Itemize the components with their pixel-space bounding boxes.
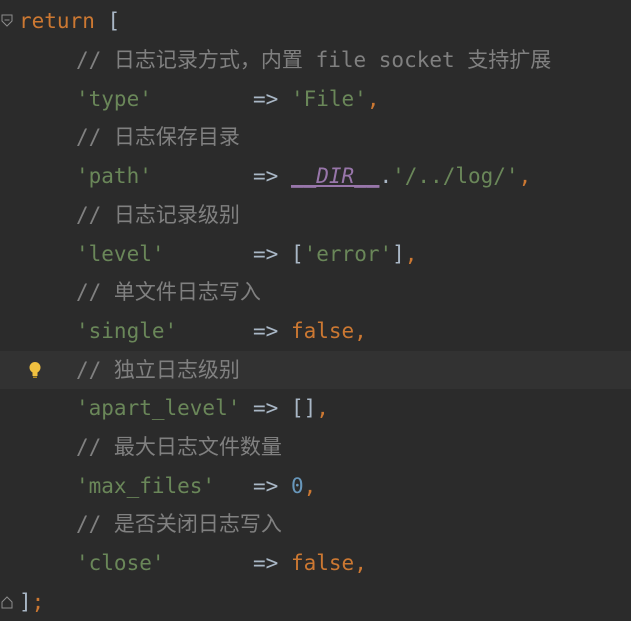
keyword-return: return — [19, 9, 95, 33]
boolean-value: false — [290, 551, 355, 575]
comment: // 日志保存目录 — [76, 125, 240, 149]
code-text: 'path' => __DIR__.'/../log/', — [76, 157, 531, 195]
code-text: // 单文件日志写入 — [76, 273, 261, 311]
array-key: 'level' — [76, 242, 165, 266]
comma: , — [354, 551, 367, 575]
code-line-14[interactable]: // 是否关闭日志写入 — [0, 505, 631, 543]
boolean-value: false — [290, 319, 355, 343]
code-text: return [ — [19, 2, 120, 40]
code-text: // 日志记录方式，内置 file socket 支持扩展 — [76, 41, 551, 79]
key-padding — [177, 319, 253, 343]
arrow-operator: => — [253, 242, 291, 266]
code-line-1[interactable]: return [ — [0, 2, 631, 40]
code-line-10[interactable]: // 独立日志级别 — [0, 351, 631, 389]
code-line-7[interactable]: 'level' => ['error'], — [0, 235, 631, 273]
comma: , — [354, 319, 367, 343]
key-padding — [152, 164, 253, 188]
comma: , — [518, 164, 532, 188]
array-key: 'close' — [76, 551, 165, 575]
code-text: ]; — [19, 583, 44, 621]
comment: // 单文件日志写入 — [76, 280, 261, 304]
comment: // 独立日志级别 — [76, 358, 240, 382]
string-value: 'File' — [290, 87, 367, 111]
string-value: 'error' — [303, 242, 393, 266]
arrow-operator: => — [253, 396, 291, 420]
key-padding — [165, 242, 254, 266]
code-line-3[interactable]: 'type' => 'File', — [0, 80, 631, 118]
comment: // 是否关闭日志写入 — [76, 512, 282, 536]
arrow-operator: => — [253, 474, 291, 498]
string-value: '/../log/' — [392, 164, 519, 188]
lightbulb-icon[interactable] — [28, 361, 42, 379]
code-line-9[interactable]: 'single' => false, — [0, 312, 631, 350]
array-key: 'type' — [76, 87, 152, 111]
array-key: 'path' — [76, 164, 152, 188]
code-text: 'apart_level' => [], — [76, 389, 329, 427]
key-padding — [152, 87, 253, 111]
concat-operator: . — [379, 164, 393, 188]
arrow-operator: => — [253, 164, 291, 188]
fold-open-icon[interactable] — [1, 14, 13, 28]
key-padding — [215, 474, 253, 498]
code-text: // 日志保存目录 — [76, 118, 240, 156]
code-line-12[interactable]: // 最大日志文件数量 — [0, 428, 631, 466]
arrow-operator: => — [253, 87, 291, 111]
array-close: ] — [392, 242, 405, 266]
code-line-11[interactable]: 'apart_level' => [], — [0, 389, 631, 427]
semicolon: ; — [31, 590, 45, 614]
code-text: // 最大日志文件数量 — [76, 428, 282, 466]
code-line-5[interactable]: 'path' => __DIR__.'/../log/', — [0, 157, 631, 195]
empty-array: [] — [290, 396, 317, 420]
fold-close-icon[interactable] — [1, 595, 13, 609]
comment: // 日志记录方式，内置 file socket 支持扩展 — [76, 48, 552, 72]
code-text: 'type' => 'File', — [76, 80, 379, 118]
comma: , — [404, 242, 418, 266]
code-text: // 日志记录级别 — [76, 196, 240, 234]
array-key: 'apart_level' — [76, 396, 241, 420]
comma: , — [366, 87, 380, 111]
code-line-16[interactable]: ]; — [0, 583, 631, 621]
number-value: 0 — [290, 474, 304, 498]
code-line-6[interactable]: // 日志记录级别 — [0, 196, 631, 234]
code-line-8[interactable]: // 单文件日志写入 — [0, 273, 631, 311]
magic-constant: __DIR__ — [290, 164, 380, 188]
open-bracket: [ — [94, 9, 121, 33]
code-text: 'single' => false, — [76, 312, 367, 350]
code-text: // 是否关闭日志写入 — [76, 505, 282, 543]
arrow-operator: => — [253, 551, 291, 575]
code-line-13[interactable]: 'max_files' => 0, — [0, 467, 631, 505]
close-bracket: ] — [19, 590, 32, 614]
comment: // 最大日志文件数量 — [76, 435, 282, 459]
array-open: [ — [290, 242, 304, 266]
array-key: 'single' — [76, 319, 178, 343]
code-editor[interactable]: return [ // 日志记录方式，内置 file socket 支持扩展 't… — [0, 0, 631, 621]
code-text: 'level' => ['error'], — [76, 235, 417, 273]
comma: , — [303, 474, 317, 498]
array-key: 'max_files' — [76, 474, 216, 498]
key-padding — [165, 551, 254, 575]
code-line-2[interactable]: // 日志记录方式，内置 file socket 支持扩展 — [0, 41, 631, 79]
code-line-15[interactable]: 'close' => false, — [0, 544, 631, 582]
code-text: // 独立日志级别 — [76, 351, 240, 389]
comma: , — [316, 396, 329, 420]
key-padding — [240, 396, 253, 420]
code-line-4[interactable]: // 日志保存目录 — [0, 118, 631, 156]
comment: // 日志记录级别 — [76, 203, 240, 227]
arrow-operator: => — [253, 319, 291, 343]
code-text: 'max_files' => 0, — [76, 467, 316, 505]
code-text: 'close' => false, — [76, 544, 367, 582]
